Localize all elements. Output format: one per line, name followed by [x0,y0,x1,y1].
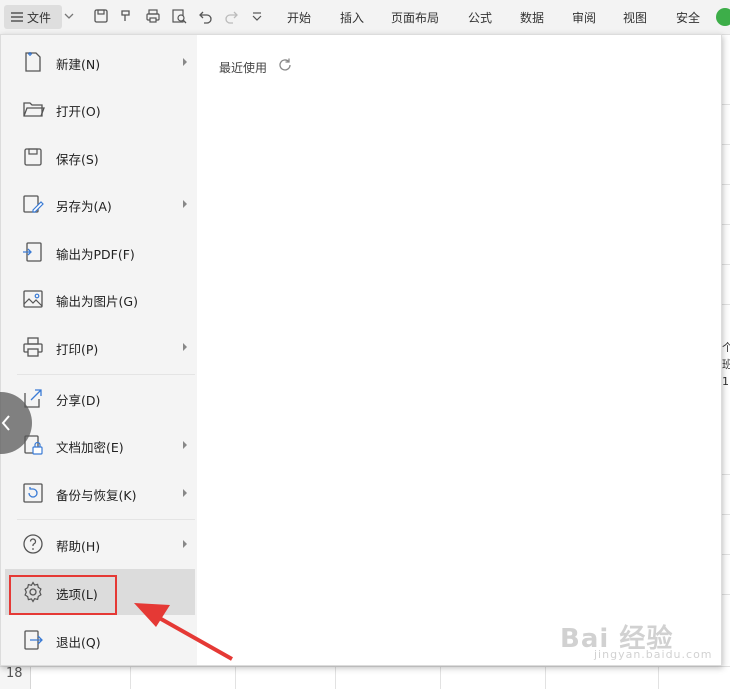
menu-item-label: 帮助(H) [56,539,101,554]
chevron-right-icon [183,343,187,351]
file-menu-list: 新建(N) 打开(O) 保存(S) 另存为(A) 输出为PDF(F) 输出为图片… [1,35,197,665]
undo-icon[interactable] [198,8,214,24]
menu-item-label: 打印(P) [56,342,99,357]
format-painter-icon[interactable] [119,8,135,24]
annotation-arrow [134,603,233,661]
redo-icon[interactable] [223,8,239,24]
menu-item-label: 退出(Q) [56,635,101,650]
menu-item-label: 输出为PDF(F) [56,247,135,262]
menu-item-encrypt[interactable]: 文档加密(E) [5,422,195,468]
file-menu-label: 文件 [27,10,52,25]
tab-security[interactable]: 安全 [676,9,700,26]
menu-item-label: 打开(O) [56,104,101,119]
print-preview-icon[interactable] [171,8,187,24]
grid-line [722,474,730,475]
grid-line [722,264,730,265]
menu-item-export-pdf[interactable]: 输出为PDF(F) [5,229,195,275]
baidu-watermark: Bai 经验 jingyan.baidu.com [560,618,720,670]
export-pdf-icon [23,242,42,262]
cell-fragment: 班 [722,358,730,371]
menu-item-help[interactable]: 帮助(H) [5,521,195,567]
row-number: 18 [6,666,23,681]
menu-item-share[interactable]: 分享(D) [5,375,195,421]
watermark-url: jingyan.baidu.com [594,648,713,661]
tab-page-layout[interactable]: 页面布局 [391,9,439,26]
file-menu-button[interactable]: 文件 [4,5,62,29]
menu-item-open[interactable]: 打开(O) [5,86,195,132]
chevron-right-icon [183,489,187,497]
tab-view[interactable]: 视图 [623,9,647,26]
menu-item-label: 文档加密(E) [56,440,124,455]
menu-item-save-as[interactable]: 另存为(A) [5,181,195,227]
grid-line [722,184,730,185]
menu-item-label: 另存为(A) [56,199,112,214]
grid-line [722,144,730,145]
customize-icon[interactable] [251,8,263,24]
tab-data[interactable]: 数据 [520,9,544,26]
menu-item-label: 保存(S) [56,152,99,167]
grid-line [722,304,730,305]
tab-insert[interactable]: 插入 [340,9,364,26]
recent-files-title: 最近使用 [219,61,268,75]
chevron-left-icon [1,415,10,431]
chevron-right-icon [183,200,187,208]
menu-item-new[interactable]: 新建(N) [5,39,195,85]
menu-separator [17,519,195,520]
cell-fragment: 个 [722,341,730,354]
print-icon[interactable] [145,8,161,24]
cell-fragment: 1 [722,375,729,388]
menu-item-backup[interactable]: 备份与恢复(K) [5,470,195,516]
save-icon [24,148,42,166]
grid-line [722,104,730,105]
refresh-icon[interactable] [277,57,293,73]
chevron-down-icon[interactable] [63,9,75,23]
top-toolbar: 文件 开始 插入 页面布局 公式 数据 审阅 视图 安全 [0,0,730,35]
options-highlight-box [9,575,117,615]
backup-icon [23,483,43,503]
export-image-icon [23,290,43,308]
grid-line [722,554,730,555]
tab-formulas[interactable]: 公式 [468,9,492,26]
new-file-icon [25,52,41,72]
menu-item-label: 新建(N) [56,57,101,72]
menu-item-print[interactable]: 打印(P) [5,324,195,370]
chevron-right-icon [183,540,187,548]
folder-open-icon [23,102,45,117]
chevron-right-icon [183,58,187,66]
menu-item-export-image[interactable]: 输出为图片(G) [5,276,195,322]
file-menu-panel: 新建(N) 打开(O) 保存(S) 另存为(A) 输出为PDF(F) 输出为图片… [0,34,722,666]
tab-home[interactable]: 开始 [287,9,311,26]
menu-item-label: 备份与恢复(K) [56,488,137,503]
menu-item-label: 分享(D) [56,393,101,408]
save-as-icon [23,195,44,213]
hamburger-icon [11,12,23,22]
grid-line [722,514,730,515]
print-icon [23,337,43,357]
grid-line [722,224,730,225]
menu-item-save[interactable]: 保存(S) [5,134,195,180]
tab-review[interactable]: 审阅 [572,9,596,26]
exit-icon [24,630,43,650]
help-icon [23,534,43,554]
menu-item-label: 输出为图片(G) [56,294,138,309]
grid-line [722,594,730,595]
status-indicator[interactable] [716,8,730,26]
chevron-right-icon [183,441,187,449]
save-icon[interactable] [93,8,109,24]
